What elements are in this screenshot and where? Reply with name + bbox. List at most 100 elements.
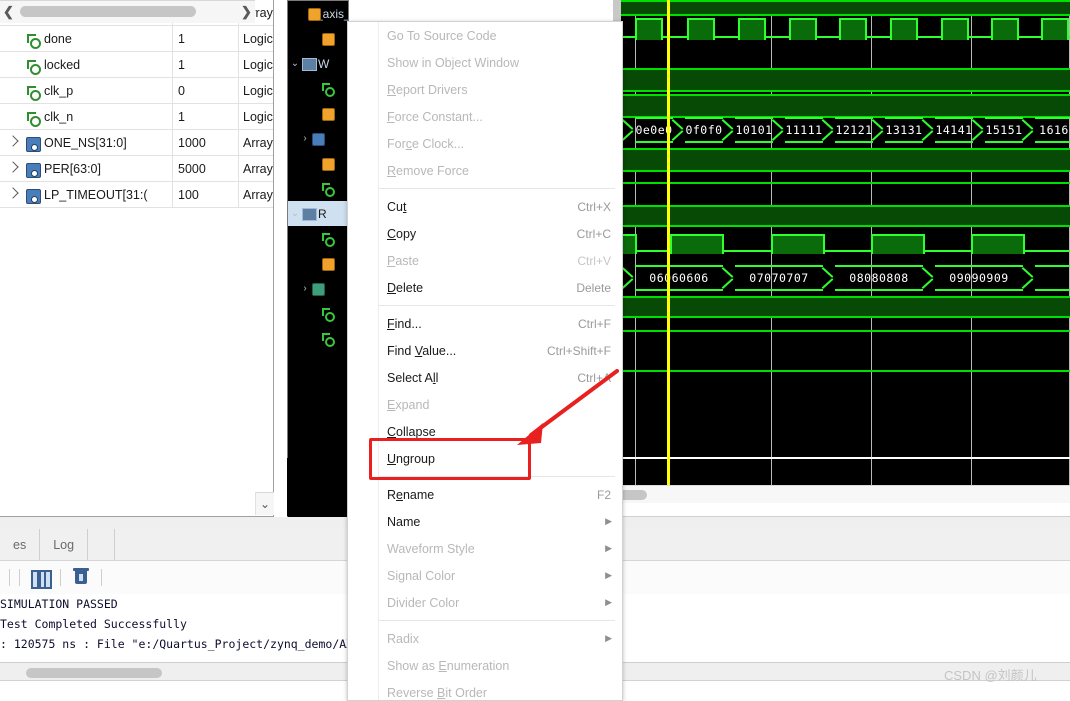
waveform-bus-row-2: 06060606 07070707 08080808 09090909 0 <box>621 265 1070 291</box>
table-row[interactable]: LP_TIMEOUT[31:(100 Array <box>0 181 273 208</box>
object-name-cell[interactable]: clk_p <box>0 77 173 104</box>
table-row[interactable]: clk_n 1 Logic <box>0 103 273 130</box>
waveform-signal-tree[interactable]: s_axis_aresetn ⌄W › ⌄R › <box>287 0 349 518</box>
submenu-arrow-icon: ▶ <box>605 570 612 580</box>
context-menu[interactable]: Go To Source Code Show in Object Window Re… <box>347 21 623 701</box>
bus-orange-icon <box>322 107 336 121</box>
expand-chevron-icon[interactable] <box>2 135 22 148</box>
object-name-cell[interactable]: LP_TIMEOUT[31:( <box>0 181 173 208</box>
bus-transition-icon <box>1023 265 1035 291</box>
menu-item-radix: Radix ▶ <box>348 625 622 652</box>
waveform-band <box>621 296 1070 318</box>
menu-item-shortcut: Ctrl+F <box>578 316 611 331</box>
menu-item-rename[interactable]: Rename F2 <box>348 481 622 508</box>
waveform-panel-footer <box>613 503 1070 517</box>
menu-item-label: Reverse Bit Order <box>387 685 488 700</box>
menu-item-find-value[interactable]: Find Value... Ctrl+Shift+F <box>348 337 622 364</box>
wave-tree-row[interactable]: › <box>288 276 348 301</box>
clear-log-button[interactable] <box>70 567 92 589</box>
waveform-band <box>621 94 1070 118</box>
menu-item-shortcut: Delete <box>576 280 611 295</box>
object-type-cell: Array <box>238 155 273 182</box>
menu-item-label: Report Drivers <box>387 82 468 97</box>
logic-icon <box>25 57 41 75</box>
objects-hscroll-track[interactable] <box>17 1 238 23</box>
expand-chevron-icon[interactable]: › <box>298 133 312 144</box>
menu-item-copy[interactable]: Copy Ctrl+C <box>348 220 622 247</box>
waveform-highline <box>621 182 1070 184</box>
wave-tree-row[interactable] <box>288 176 348 201</box>
object-name-cell[interactable]: clk_n <box>0 103 173 130</box>
object-value-cell: 5000 <box>172 155 239 182</box>
scroll-down-icon[interactable]: ⌄ <box>255 492 274 515</box>
table-row[interactable]: done 1 Logic <box>0 25 273 52</box>
wave-tree-row[interactable] <box>288 26 348 51</box>
bus-value-cell: 12121 <box>835 117 873 143</box>
table-row[interactable]: PER[63:0] 5000 Array <box>0 155 273 182</box>
object-name-cell[interactable]: locked <box>0 51 173 78</box>
menu-item-collapse[interactable]: Collapse <box>348 418 622 445</box>
object-name-label: done <box>44 31 72 46</box>
object-name-cell[interactable]: PER[63:0] <box>0 155 173 182</box>
menu-item-label: Cut <box>387 199 407 214</box>
waveform-canvas[interactable]: 0e0e0 0f0f0 10101 11111 12121 13131 14141 15151… <box>621 0 1070 485</box>
waveform-cursor[interactable] <box>667 0 670 485</box>
wave-tree-row[interactable]: ⌄ R <box>288 201 348 226</box>
table-row[interactable]: clk_p 0 Logic <box>0 77 273 104</box>
menu-item-select-all[interactable]: Select All Ctrl+A <box>348 364 622 391</box>
waveform-hscrollbar[interactable] <box>613 485 1070 504</box>
wave-tree-row[interactable] <box>288 226 348 251</box>
wave-tree-row[interactable] <box>288 301 348 326</box>
object-name-label: locked <box>44 57 81 72</box>
object-name-cell[interactable]: ONE_NS[31:0] <box>0 129 173 156</box>
expand-chevron-icon[interactable] <box>2 161 22 174</box>
menu-item-label: Delete <box>387 280 424 295</box>
object-value-cell: 1 <box>172 51 239 78</box>
object-type-cell: Array <box>238 181 273 208</box>
columns-icon <box>31 569 52 589</box>
wave-tree-row[interactable]: › <box>288 126 348 151</box>
scroll-left-icon[interactable]: ❮ <box>0 4 17 20</box>
object-value-cell: 0 <box>172 77 239 104</box>
wave-tree-row[interactable] <box>288 76 348 101</box>
object-type-cell: Logic <box>238 25 273 52</box>
objects-panel[interactable]: test_phase[119:00000000000Arraydone1Logi… <box>0 0 274 517</box>
menu-separator <box>378 188 615 189</box>
object-name-cell[interactable]: done <box>0 25 173 52</box>
menu-item-label: Radix <box>387 631 419 646</box>
wave-tree-row[interactable] <box>288 251 348 276</box>
logic-icon <box>25 83 41 101</box>
expand-chevron-icon[interactable]: ⌄ <box>288 58 302 69</box>
logic-icon <box>322 307 336 322</box>
toolbar-separator <box>9 569 10 586</box>
menu-item-delete[interactable]: Delete Delete <box>348 274 622 301</box>
menu-item-find[interactable]: Find... Ctrl+F <box>348 310 622 337</box>
expand-chevron-icon[interactable] <box>2 187 22 200</box>
menu-item-cut[interactable]: Cut Ctrl+X <box>348 193 622 220</box>
objects-hscroll-thumb[interactable] <box>20 6 196 17</box>
table-row[interactable]: ONE_NS[31:0] 1000 Array <box>0 129 273 156</box>
tab-log[interactable]: Log <box>40 529 89 560</box>
wave-tree-row[interactable]: ⌄ W <box>288 51 348 76</box>
wave-tree-row[interactable] <box>288 326 348 351</box>
log-hscroll-thumb[interactable] <box>26 668 162 678</box>
bus-orange-icon <box>322 157 336 171</box>
wave-tree-row[interactable] <box>288 151 348 176</box>
menu-item-label: Show in Object Window <box>387 55 520 70</box>
table-row[interactable]: locked 1 Logic <box>0 51 273 78</box>
menu-item-ungroup[interactable]: Ungroup <box>348 445 622 472</box>
expand-chevron-icon[interactable]: › <box>298 283 312 294</box>
columns-button[interactable] <box>29 567 52 589</box>
expand-chevron-icon[interactable]: ⌄ <box>288 208 302 219</box>
bus-value-cell: 08080808 <box>835 265 923 291</box>
scroll-right-icon[interactable]: ❯ <box>238 4 255 20</box>
bus-transition-icon <box>723 117 735 143</box>
wave-tree-row[interactable] <box>288 101 348 126</box>
objects-hscrollbar[interactable]: ❮ ❯ <box>0 0 255 23</box>
menu-item-name[interactable]: Name ▶ <box>348 508 622 535</box>
wave-tree-row[interactable]: s_axis_aresetn <box>288 1 348 26</box>
menu-item-expand: Expand <box>348 391 622 418</box>
tab-objects[interactable]: es <box>0 529 41 560</box>
bus-transition-icon <box>623 265 635 291</box>
menu-item-label: Copy <box>387 226 417 241</box>
